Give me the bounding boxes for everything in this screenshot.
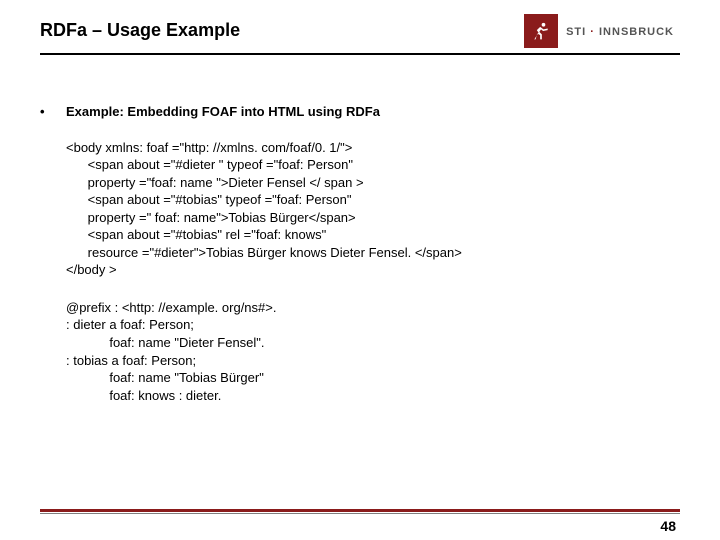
turtle-code-block: @prefix : <http: //example. org/ns#>. : … — [66, 299, 680, 404]
logo: STI · INNSBRUCK — [524, 14, 674, 48]
bullet-text: Example: Embedding FOAF into HTML using … — [66, 103, 380, 121]
logo-icon — [524, 14, 558, 48]
logo-dot: · — [586, 26, 599, 38]
html-code-block: <body xmlns: foaf ="http: //xmlns. com/f… — [66, 139, 680, 279]
footer-divider — [40, 509, 680, 512]
content: • Example: Embedding FOAF into HTML usin… — [0, 55, 720, 404]
bullet: • Example: Embedding FOAF into HTML usin… — [40, 103, 680, 121]
running-person-icon — [531, 21, 551, 41]
logo-city: INNSBRUCK — [599, 26, 674, 38]
bullet-marker: • — [40, 103, 66, 121]
page-number: 48 — [660, 518, 676, 534]
logo-text: STI · INNSBRUCK — [566, 22, 674, 40]
footer-divider-thin — [40, 513, 680, 514]
slide: RDFa – Usage Example STI · INNSBRUCK • E… — [0, 0, 720, 540]
logo-brand: STI — [566, 26, 586, 38]
